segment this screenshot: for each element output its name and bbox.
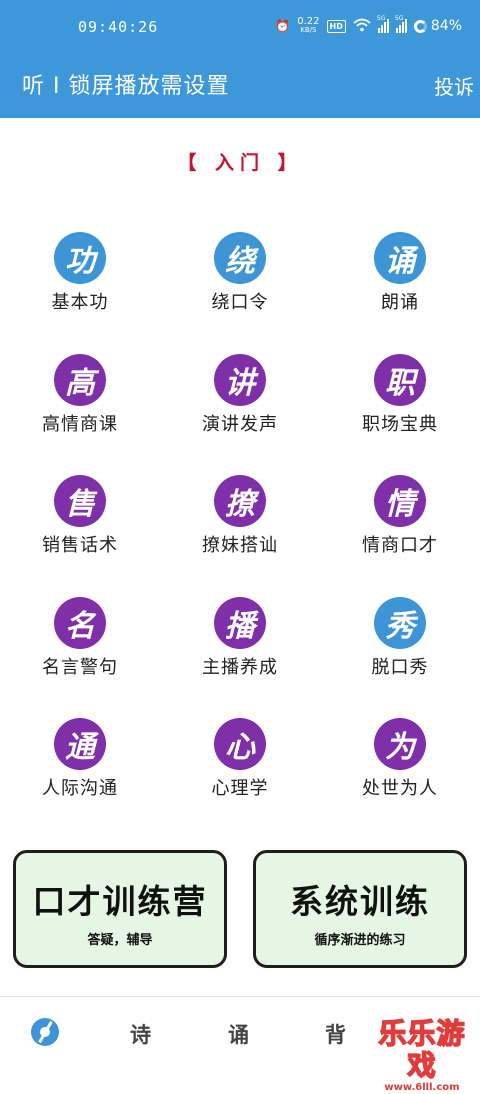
clock: 09:40:26 <box>78 18 159 36</box>
alarm-icon: ⏰ <box>275 19 291 33</box>
watermark-text: 乐乐游戏 <box>378 1017 466 1083</box>
card-subtitle: 循序渐进的练习 <box>314 933 406 948</box>
category-psychology[interactable]: 心 心理学 <box>160 718 320 840</box>
category-icon: 通 <box>54 718 106 770</box>
category-icon: 播 <box>214 596 266 649</box>
category-communication[interactable]: 通 人际沟通 <box>0 718 160 840</box>
category-label: 演讲发声 <box>202 413 278 435</box>
complaint-button[interactable]: 投诉 <box>434 71 474 100</box>
tab-poetry[interactable]: 诗 <box>130 1019 151 1049</box>
category-workplace[interactable]: 职 职场宝典 <box>320 353 480 476</box>
category-streamer[interactable]: 播 主播养成 <box>160 596 320 719</box>
category-label: 名言警句 <box>42 656 118 678</box>
battery-indicator: 84% <box>413 18 462 34</box>
card-title: 口才训练营 <box>32 882 208 921</box>
signal-icon: 5G <box>377 15 389 33</box>
category-label: 高情商课 <box>42 413 118 435</box>
tab-memorize[interactable]: 背 <box>325 1019 346 1049</box>
tab-home[interactable] <box>31 1018 59 1046</box>
category-label: 销售话术 <box>42 535 118 556</box>
category-label: 主播养成 <box>202 656 278 678</box>
card-title: 系统训练 <box>290 882 430 921</box>
category-icon: 售 <box>54 475 106 527</box>
eloquence-camp-card[interactable]: 口才训练营 答疑，辅导 <box>13 850 227 968</box>
category-label: 绕口令 <box>211 292 269 313</box>
category-flirting[interactable]: 撩 撩妹搭讪 <box>160 475 320 597</box>
feature-cards: 口才训练营 答疑，辅导 系统训练 循序渐进的练习 <box>0 850 480 970</box>
status-bar: 09:40:26 ⏰ 0.22 KB/S HD 5G 5G 84% <box>0 0 480 56</box>
section-title: 【 入门 】 <box>177 152 303 174</box>
category-quotes[interactable]: 名 名言警句 <box>0 596 160 719</box>
category-sales[interactable]: 售 销售话术 <box>0 475 160 597</box>
category-life-skills[interactable]: 为 处世为人 <box>320 718 480 840</box>
category-label: 心理学 <box>211 778 269 799</box>
category-label: 人际沟通 <box>42 778 118 799</box>
category-eloquence[interactable]: 情 情商口才 <box>320 475 480 597</box>
system-training-card[interactable]: 系统训练 循序渐进的练习 <box>253 850 467 968</box>
category-icon: 绕 <box>214 232 266 284</box>
category-label: 职场宝典 <box>362 413 438 435</box>
card-subtitle: 答疑，辅导 <box>87 933 153 948</box>
category-label: 基本功 <box>51 292 109 313</box>
watermark-url: www.6lll.com <box>384 1082 460 1093</box>
status-icons: ⏰ 0.22 KB/S HD 5G 5G 84% <box>275 14 462 38</box>
category-icon: 名 <box>54 596 106 649</box>
category-icon: 心 <box>214 718 266 770</box>
category-grid: 功 基本功 绕 绕口令 诵 朗诵 高 高情商课 讲 演讲发声 职 职场宝典 售 … <box>0 232 480 840</box>
wifi-icon <box>353 18 371 35</box>
category-talk-show[interactable]: 秀 脱口秀 <box>320 596 480 719</box>
category-high-eq[interactable]: 高 高情商课 <box>0 353 160 476</box>
category-icon: 情 <box>374 475 426 527</box>
category-icon: 撩 <box>214 475 266 527</box>
page-title: 听 I 锁屏播放需设置 <box>22 74 230 99</box>
category-label: 撩妹搭讪 <box>202 535 278 556</box>
category-label: 朗诵 <box>381 292 419 313</box>
category-basic-skills[interactable]: 功 基本功 <box>0 232 160 354</box>
tab-recite[interactable]: 诵 <box>228 1019 249 1049</box>
network-speed: 0.22 KB/S <box>297 16 320 35</box>
category-icon: 职 <box>374 353 426 406</box>
category-label: 脱口秀 <box>371 656 429 678</box>
category-icon: 讲 <box>214 353 266 406</box>
battery-icon <box>413 19 427 33</box>
aperture-icon <box>31 1018 59 1046</box>
category-icon: 功 <box>54 232 106 284</box>
category-speech[interactable]: 讲 演讲发声 <box>160 353 320 476</box>
category-icon: 秀 <box>374 596 426 649</box>
app-bar: 听 I 锁屏播放需设置 投诉 <box>0 56 480 118</box>
category-recitation[interactable]: 诵 朗诵 <box>320 232 480 354</box>
category-icon: 为 <box>374 718 426 770</box>
category-tongue-twister[interactable]: 绕 绕口令 <box>160 232 320 354</box>
category-label: 处世为人 <box>362 778 438 799</box>
signal-icon-2: 5G <box>395 15 407 33</box>
category-icon: 高 <box>54 353 106 406</box>
watermark-logo: 乐乐游戏 www.6lll.com <box>366 1017 478 1093</box>
category-label: 情商口才 <box>362 535 438 556</box>
category-icon: 诵 <box>374 232 426 284</box>
hd-badge: HD <box>326 19 346 33</box>
